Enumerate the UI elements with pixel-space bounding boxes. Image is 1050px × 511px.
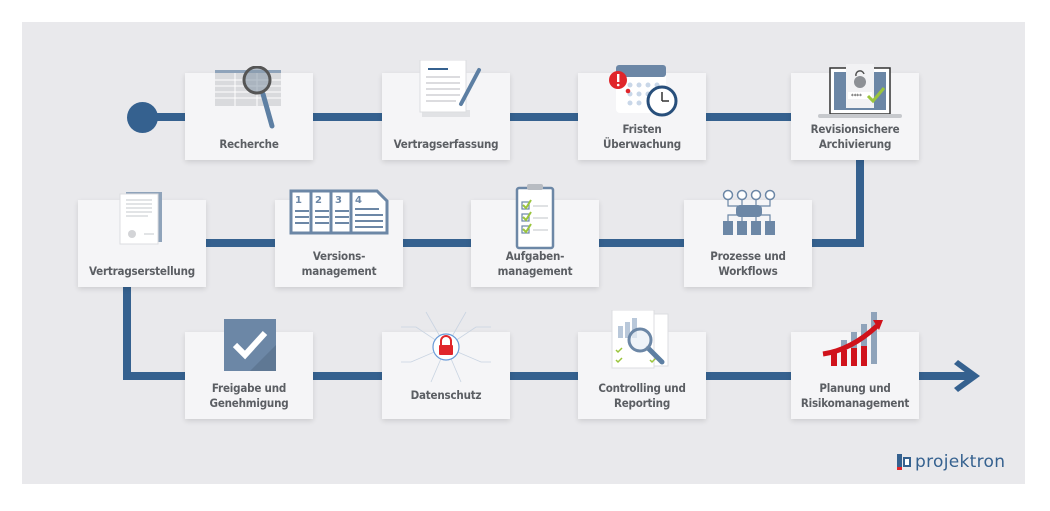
- svg-text:1: 1: [295, 195, 302, 206]
- step-label: Aufgaben- management: [497, 249, 573, 278]
- laptop-lock-icon: ****: [818, 64, 902, 118]
- step-label: Freigabe und Genehmigung: [209, 381, 289, 410]
- workflow-icon: [722, 189, 776, 235]
- projektron-logo-text: projektron: [915, 452, 1006, 472]
- step-label: Vertragserstellung: [89, 264, 195, 278]
- growth-chart-icon: [822, 312, 883, 366]
- calendar-clock-icon: [609, 65, 678, 117]
- step-planung-risikomanagement: Planung und Risikomanagement: [791, 312, 919, 419]
- step-versionsmanagement: 1 2 3 4 Versions- management: [275, 189, 403, 287]
- report-magnifier-icon: [611, 310, 669, 369]
- path-connector-left: [123, 280, 131, 380]
- checkmark-icon: [224, 319, 276, 371]
- step-label: Vertragserfassung: [393, 137, 499, 151]
- path-connector-right: [856, 150, 864, 247]
- contract-document-icon: [119, 192, 162, 245]
- svg-text:3: 3: [335, 195, 342, 206]
- step-label: Datenschutz: [410, 388, 482, 402]
- step-fristen-ueberwachung: Fristen Überwachung: [578, 65, 706, 160]
- step-label: Prozesse und Workflows: [710, 249, 786, 278]
- step-aufgabenmanagement: Aufgaben- management: [471, 184, 599, 287]
- step-revisionsichere-archivierung: **** Revisionsichere Archivierung: [791, 64, 919, 160]
- clipboard-checklist-icon: [515, 184, 555, 250]
- step-label: Recherche: [219, 137, 279, 151]
- svg-text:2: 2: [315, 195, 322, 206]
- step-prozesse-workflows: Prozesse und Workflows: [684, 189, 812, 287]
- svg-text:4: 4: [355, 195, 362, 206]
- step-vertragserfassung: Vertragserfassung: [382, 60, 510, 160]
- projektron-logo-icon: [897, 454, 911, 470]
- step-label: Revisionsichere Archivierung: [810, 122, 900, 151]
- versioned-documents-icon: 1 2 3 4: [289, 189, 389, 235]
- step-vertragserstellung: Vertragserstellung: [78, 192, 206, 287]
- step-freigabe-genehmigung: Freigabe und Genehmigung: [185, 319, 313, 419]
- padlock-circuit-icon: [401, 311, 491, 383]
- magnifier-table-icon: [215, 66, 281, 129]
- projektron-logo: projektron: [897, 452, 1005, 472]
- step-label: Controlling und Reporting: [598, 381, 686, 410]
- step-recherche: Recherche: [185, 66, 313, 160]
- svg-text:****: ****: [851, 93, 862, 100]
- document-pen-icon: [419, 60, 481, 117]
- step-datenschutz: Datenschutz: [382, 311, 510, 419]
- step-label: Fristen Überwachung: [603, 122, 681, 151]
- step-controlling-reporting: Controlling und Reporting: [578, 310, 706, 419]
- step-label: Versions- management: [301, 249, 377, 278]
- step-label: Planung und Risikomanagement: [800, 381, 910, 410]
- arrow-head-icon: [954, 360, 980, 392]
